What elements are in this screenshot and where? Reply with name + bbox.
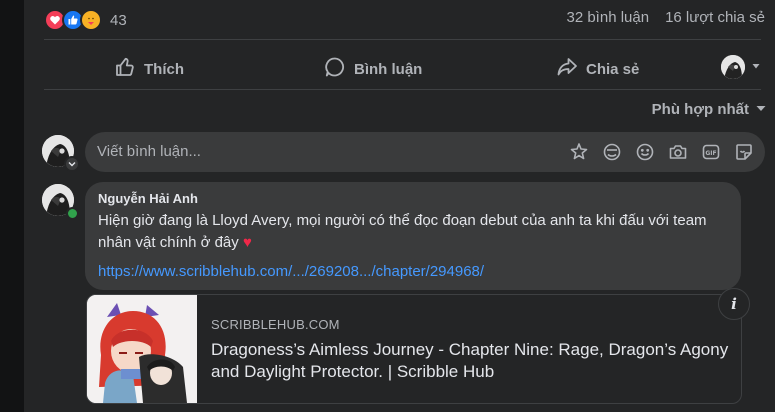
post-card: 43 32 bình luận 16 lượt chia sẻ Thích Bì… xyxy=(24,0,775,412)
post-stats: 32 bình luận 16 lượt chia sẻ xyxy=(566,9,765,26)
share-arrow-icon xyxy=(556,56,578,82)
comment-text: Hiện giờ đang là Lloyd Avery, mọi người … xyxy=(98,210,728,254)
avatar xyxy=(721,55,745,79)
gif-icon[interactable]: GIF xyxy=(700,141,722,163)
left-gutter xyxy=(0,0,24,412)
share-count-link[interactable]: 16 lượt chia sẻ xyxy=(665,9,765,26)
comment-author[interactable]: Nguyễn Hải Anh xyxy=(98,191,198,206)
info-icon[interactable]: i xyxy=(718,288,750,320)
thumb-up-icon xyxy=(114,56,136,82)
share-label: Chia sẻ xyxy=(586,60,640,78)
share-button[interactable]: Chia sẻ xyxy=(556,56,639,82)
comment-count-link[interactable]: 32 bình luận xyxy=(566,9,649,26)
avatar-sticker-icon[interactable] xyxy=(601,141,623,163)
reaction-summary[interactable]: 43 xyxy=(44,8,127,32)
composer-toolbar: GIF xyxy=(568,141,755,163)
sticker-icon[interactable] xyxy=(568,141,590,163)
divider xyxy=(44,39,761,40)
sort-label: Phù hợp nhất xyxy=(651,101,749,118)
comment-as-selector[interactable] xyxy=(721,55,761,79)
preview-thumbnail xyxy=(87,295,197,403)
comment-label: Bình luận xyxy=(354,60,423,78)
link-preview-card[interactable]: SCRIBBLEHUB.COM Dragoness’s Aimless Jour… xyxy=(86,294,742,404)
emoji-icon[interactable] xyxy=(634,141,656,163)
heart-emoji: ♥ xyxy=(242,234,252,251)
caret-down-icon xyxy=(755,101,767,118)
caret-down-icon xyxy=(751,58,761,76)
divider xyxy=(44,89,761,90)
comment-bubble-icon xyxy=(324,56,346,82)
camera-icon[interactable] xyxy=(667,141,689,163)
reaction-count: 43 xyxy=(110,11,127,29)
comment-bubble: Nguyễn Hải Anh Hiện giờ đang là Lloyd Av… xyxy=(85,182,741,290)
sticker-smile-icon[interactable] xyxy=(733,141,755,163)
comment-sort-dropdown[interactable]: Phù hợp nhất xyxy=(652,101,767,118)
svg-text:GIF: GIF xyxy=(705,150,716,157)
comment-composer[interactable]: Viết bình luận... GIF xyxy=(85,132,765,172)
comment-button[interactable]: Bình luận xyxy=(324,56,422,82)
comment-input[interactable]: Viết bình luận... xyxy=(97,143,201,160)
online-status-dot xyxy=(66,207,79,220)
comment-body: Hiện giờ đang là Lloyd Avery, mọi người … xyxy=(98,212,707,251)
care-icon xyxy=(80,9,102,31)
like-button[interactable]: Thích xyxy=(114,56,184,82)
like-label: Thích xyxy=(144,60,184,78)
comment-link[interactable]: https://www.scribblehub.com/.../269208..… xyxy=(98,263,484,280)
action-bar: Thích Bình luận Chia sẻ xyxy=(44,47,761,87)
profile-switch-badge[interactable] xyxy=(64,156,80,172)
preview-title[interactable]: Dragoness’s Aimless Journey - Chapter Ni… xyxy=(211,339,731,383)
preview-domain: SCRIBBLEHUB.COM xyxy=(211,317,340,332)
